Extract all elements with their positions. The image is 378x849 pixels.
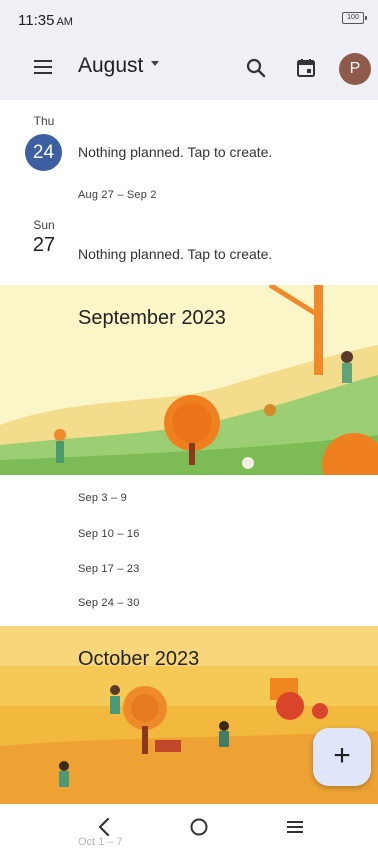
day-date: 27: [32, 234, 56, 256]
status-clock: 11:35: [18, 12, 55, 29]
banner-title: September 2023: [78, 307, 226, 329]
search-icon[interactable]: [244, 56, 268, 80]
home-icon[interactable]: [184, 814, 214, 840]
month-title: August: [78, 54, 144, 77]
day-weekday: Thu: [33, 114, 55, 128]
day-date-today: 24: [25, 134, 62, 171]
nothing-planned-text: Nothing planned. Tap to create.: [78, 144, 273, 160]
day-row-24[interactable]: Thu 24 Nothing planned. Tap to create.: [0, 112, 378, 172]
dropdown-caret-icon: [151, 60, 160, 66]
system-nav-bar: [0, 804, 378, 849]
week-range-label[interactable]: Aug 27 – Sep 2: [78, 189, 157, 201]
status-ampm: AM: [56, 16, 73, 28]
plus-icon: +: [333, 739, 351, 772]
week-range-label[interactable]: Sep 24 – 30: [78, 597, 140, 609]
battery-icon: 100: [342, 12, 367, 24]
calendar-today-icon[interactable]: [294, 56, 318, 80]
day-weekday: Sun: [33, 218, 55, 232]
week-range-label[interactable]: Sep 10 – 16: [78, 528, 140, 540]
week-range-label-partial: Oct 1 – 7: [78, 836, 123, 848]
avatar[interactable]: P: [339, 53, 371, 85]
app-bar: August P: [0, 40, 378, 100]
menu-icon[interactable]: [34, 60, 52, 74]
nothing-planned-text: Nothing planned. Tap to create.: [78, 246, 273, 262]
create-event-fab[interactable]: +: [313, 728, 371, 786]
banner-title: October 2023: [78, 648, 200, 670]
week-range-label[interactable]: Sep 17 – 23: [78, 563, 140, 575]
month-selector[interactable]: August: [78, 54, 160, 78]
recents-icon[interactable]: [280, 814, 310, 840]
day-row-27[interactable]: Sun 27 Nothing planned. Tap to create.: [0, 216, 378, 276]
week-range-label[interactable]: Sep 3 – 9: [78, 492, 127, 504]
status-bar: 11:35 AM 100: [0, 0, 378, 40]
month-banner-september: September 2023: [0, 285, 378, 475]
status-time: 11:35 AM: [18, 12, 73, 29]
